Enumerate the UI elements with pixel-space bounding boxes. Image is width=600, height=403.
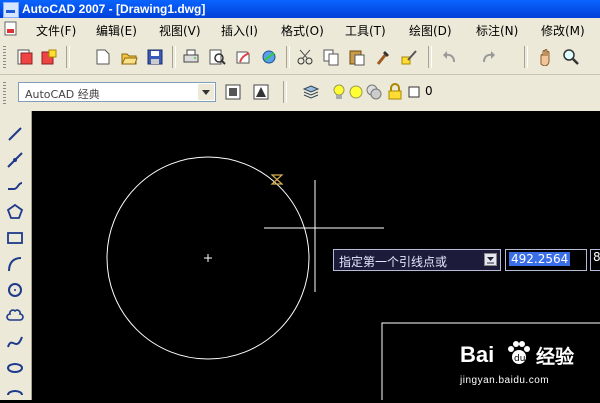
save-icon[interactable]	[144, 46, 166, 68]
workspace-select[interactable]: AutoCAD 经典	[18, 82, 216, 102]
menu-modify[interactable]: 修改(M)	[541, 22, 585, 39]
workspace-settings-icon[interactable]	[222, 81, 244, 103]
menu-tools[interactable]: 工具(T)	[345, 22, 386, 39]
window-title: AutoCAD 2007 - [Drawing1.dwg]	[22, 2, 206, 16]
chevron-down-icon[interactable]	[198, 84, 214, 100]
arc-icon[interactable]	[3, 253, 27, 275]
layer-manager-icon[interactable]	[300, 81, 322, 103]
watermark-brand: Bai	[460, 342, 495, 367]
new-sheetset-icon[interactable]	[14, 46, 36, 68]
plot-icon[interactable]	[180, 46, 202, 68]
center-mark	[204, 254, 212, 262]
polygon-icon[interactable]	[3, 201, 27, 223]
toolbar-grip[interactable]	[3, 82, 6, 104]
workspace-value: AutoCAD 经典	[25, 88, 100, 101]
title-bar: AutoCAD 2007 - [Drawing1.dwg]	[0, 0, 600, 18]
baidu-jingyan-watermark: Bai du 经验 jingyan.baidu.com	[450, 330, 600, 400]
dynamic-input-x-field[interactable]: 492.2564	[505, 249, 587, 271]
color-square-icon[interactable]	[403, 81, 425, 103]
freeze-icon[interactable]	[363, 81, 385, 103]
toolbar-grip[interactable]	[3, 46, 6, 68]
copy-icon[interactable]	[320, 46, 342, 68]
autocad-app-icon[interactable]	[3, 2, 19, 18]
dynamic-input-label: 指定第一个引线点或	[339, 255, 448, 269]
construction-line-icon[interactable]	[3, 149, 27, 171]
block-editor-icon[interactable]	[398, 46, 420, 68]
paw-logo-icon: du	[508, 341, 530, 364]
polyline-icon[interactable]	[3, 175, 27, 197]
undo-icon[interactable]	[438, 46, 460, 68]
crosshair-cursor	[264, 180, 384, 292]
layer-name[interactable]: 0	[425, 84, 433, 98]
draw-toolbar	[0, 111, 32, 400]
dynamic-input-prompt: 指定第一个引线点或	[333, 249, 501, 271]
menu-format[interactable]: 格式(O)	[281, 22, 324, 39]
rectangle-icon[interactable]	[3, 227, 27, 249]
redo-icon[interactable]	[478, 46, 500, 68]
publish-icon[interactable]	[232, 46, 254, 68]
pan-icon[interactable]	[534, 46, 556, 68]
match-properties-icon[interactable]	[372, 46, 394, 68]
3d-dwf-icon[interactable]	[258, 46, 280, 68]
nearest-snap-marker	[270, 174, 284, 185]
svg-text:du: du	[514, 354, 525, 364]
spline-icon[interactable]	[3, 331, 27, 353]
open-sheetset-icon[interactable]	[38, 46, 60, 68]
dynamic-input-y-field[interactable]: 8	[590, 249, 600, 271]
standard-toolbar	[0, 40, 600, 75]
menu-file[interactable]: 文件(F)	[36, 22, 76, 39]
revision-cloud-icon[interactable]	[3, 305, 27, 327]
document-icon[interactable]	[4, 21, 18, 36]
menu-dimension[interactable]: 标注(N)	[476, 22, 518, 39]
menu-bar: 文件(F) 编辑(E) 视图(V) 插入(I) 格式(O) 工具(T) 绘图(D…	[0, 18, 600, 41]
menu-draw[interactable]: 绘图(D)	[409, 22, 452, 39]
down-arrow-icon[interactable]	[484, 253, 497, 266]
y-coordinate-value[interactable]: 8	[593, 250, 600, 264]
new-icon[interactable]	[92, 46, 114, 68]
ellipse-icon[interactable]	[3, 357, 27, 379]
plot-preview-icon[interactable]	[206, 46, 228, 68]
open-icon[interactable]	[118, 46, 140, 68]
cut-icon[interactable]	[294, 46, 316, 68]
x-coordinate-value[interactable]: 492.2564	[509, 252, 571, 266]
watermark-suffix: 经验	[536, 346, 575, 368]
zoom-realtime-icon[interactable]	[560, 46, 582, 68]
line-icon[interactable]	[3, 123, 27, 145]
paste-icon[interactable]	[346, 46, 368, 68]
menu-edit[interactable]: 编辑(E)	[96, 22, 137, 39]
save-workspace-icon[interactable]	[250, 81, 272, 103]
watermark-url: jingyan.baidu.com	[460, 375, 550, 386]
menu-view[interactable]: 视图(V)	[159, 22, 201, 39]
menu-insert[interactable]: 插入(I)	[221, 22, 258, 39]
circle-icon[interactable]	[3, 279, 27, 301]
